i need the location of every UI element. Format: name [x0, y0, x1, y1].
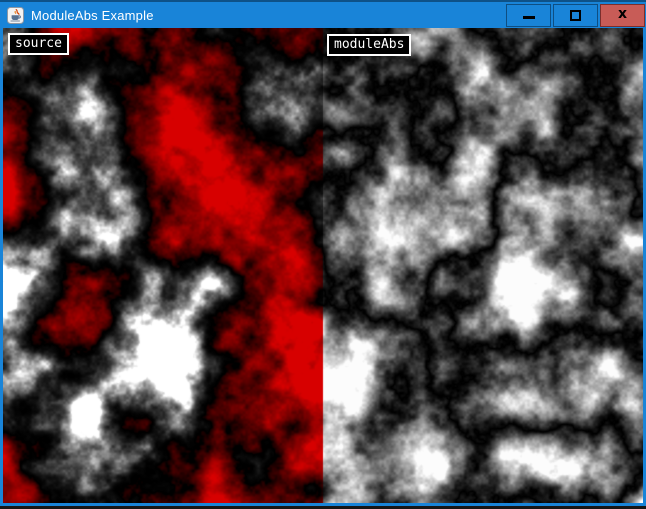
- maximize-icon: [570, 10, 581, 21]
- source-panel-label: source: [8, 33, 69, 55]
- window-controls: x: [506, 4, 645, 27]
- moduleabs-panel-label: moduleAbs: [327, 34, 411, 56]
- noise-canvas: [3, 28, 643, 503]
- java-app-icon: [7, 7, 24, 24]
- render-area: source moduleAbs: [3, 28, 643, 503]
- window-title: ModuleAbs Example: [31, 8, 154, 23]
- maximize-button[interactable]: [553, 4, 598, 27]
- minimize-button[interactable]: [506, 4, 551, 27]
- close-button[interactable]: x: [600, 4, 645, 27]
- app-window: ModuleAbs Example x source moduleAbs: [0, 0, 646, 506]
- close-icon: x: [618, 7, 627, 21]
- titlebar[interactable]: ModuleAbs Example x: [0, 0, 646, 28]
- minimize-icon: [523, 16, 535, 19]
